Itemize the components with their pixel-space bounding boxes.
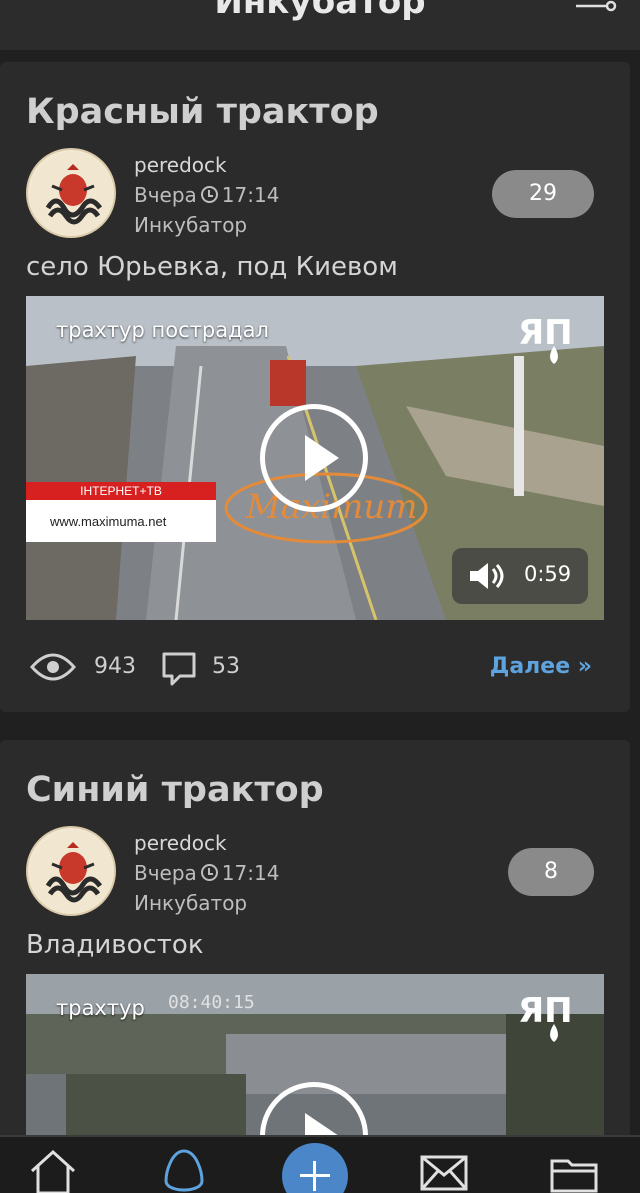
bottom-navigation	[0, 1135, 640, 1193]
clock-icon	[200, 186, 218, 203]
rating-badge[interactable]: 8	[508, 848, 594, 896]
views-count: 943	[94, 654, 136, 679]
avatar-emblem-icon	[30, 830, 114, 914]
video-caption: трахтур пострадал	[56, 318, 269, 342]
avatar-emblem-icon	[30, 152, 114, 236]
filter-icon[interactable]	[576, 0, 618, 14]
svg-text:ЯП: ЯП	[518, 991, 573, 1031]
avatar[interactable]	[26, 148, 116, 238]
avatar[interactable]	[26, 826, 116, 916]
video-player[interactable]: ІНТЕРНЕТ+ТВ www.maximuma.net Maximum тра…	[26, 296, 604, 620]
clock-icon	[200, 864, 218, 881]
post-category[interactable]: Инкубатор	[134, 888, 279, 918]
eye-icon	[30, 653, 76, 681]
video-caption: трахтур	[56, 996, 145, 1020]
channel-logo-icon: ЯП	[518, 988, 590, 1052]
egg-icon[interactable]	[164, 1149, 204, 1193]
folder-icon[interactable]	[550, 1155, 600, 1193]
banner-url: www.maximuma.net	[49, 514, 167, 529]
post-date: Вчера	[134, 861, 197, 885]
post-meta: peredock Вчера 17:14 Инкубатор	[134, 150, 279, 240]
post-stats: 943 53 Далее »	[26, 648, 596, 688]
page-title: Инкубатор	[214, 0, 426, 22]
author-name[interactable]: peredock	[134, 150, 279, 180]
volume-icon[interactable]	[468, 560, 508, 592]
post-date: Вчера	[134, 183, 197, 207]
author-name[interactable]: peredock	[134, 828, 279, 858]
post-title[interactable]: Синий трактор	[26, 770, 324, 810]
top-app-bar: Инкубатор	[0, 0, 640, 50]
post-location: Владивосток	[26, 930, 204, 960]
post-card[interactable]: Синий трактор peredock Вчера 17:14 Инкуба…	[0, 740, 630, 1135]
post-category[interactable]: Инкубатор	[134, 210, 279, 240]
post-meta: peredock Вчера 17:14 Инкубатор	[134, 828, 279, 918]
video-player[interactable]: 08:40:15 трахтур ЯП	[26, 974, 604, 1135]
svg-text:ЯП: ЯП	[518, 313, 573, 353]
post-location: село Юрьевка, под Киевом	[26, 252, 398, 282]
play-button[interactable]	[260, 404, 368, 512]
post-time: 17:14	[221, 861, 280, 885]
mail-icon[interactable]	[420, 1155, 468, 1191]
add-post-button[interactable]	[282, 1143, 348, 1193]
rating-badge[interactable]: 29	[492, 170, 594, 218]
banner-top: ІНТЕРНЕТ+ТВ	[80, 484, 162, 498]
post-time: 17:14	[221, 183, 280, 207]
video-timestamp: 08:40:15	[168, 992, 255, 1013]
comment-icon[interactable]	[160, 650, 198, 686]
read-more-link[interactable]: Далее »	[490, 654, 592, 679]
video-duration: 0:59	[524, 562, 572, 586]
post-title[interactable]: Красный трактор	[26, 92, 379, 132]
home-icon[interactable]	[28, 1149, 78, 1193]
feed[interactable]: Красный трактор peredock Вчера 17:14 Инку…	[0, 50, 640, 1135]
comments-count: 53	[212, 654, 240, 679]
video-duration-pill[interactable]: 0:59	[452, 548, 588, 604]
channel-logo-icon: ЯП	[518, 310, 590, 374]
post-card[interactable]: Красный трактор peredock Вчера 17:14 Инку…	[0, 62, 630, 712]
